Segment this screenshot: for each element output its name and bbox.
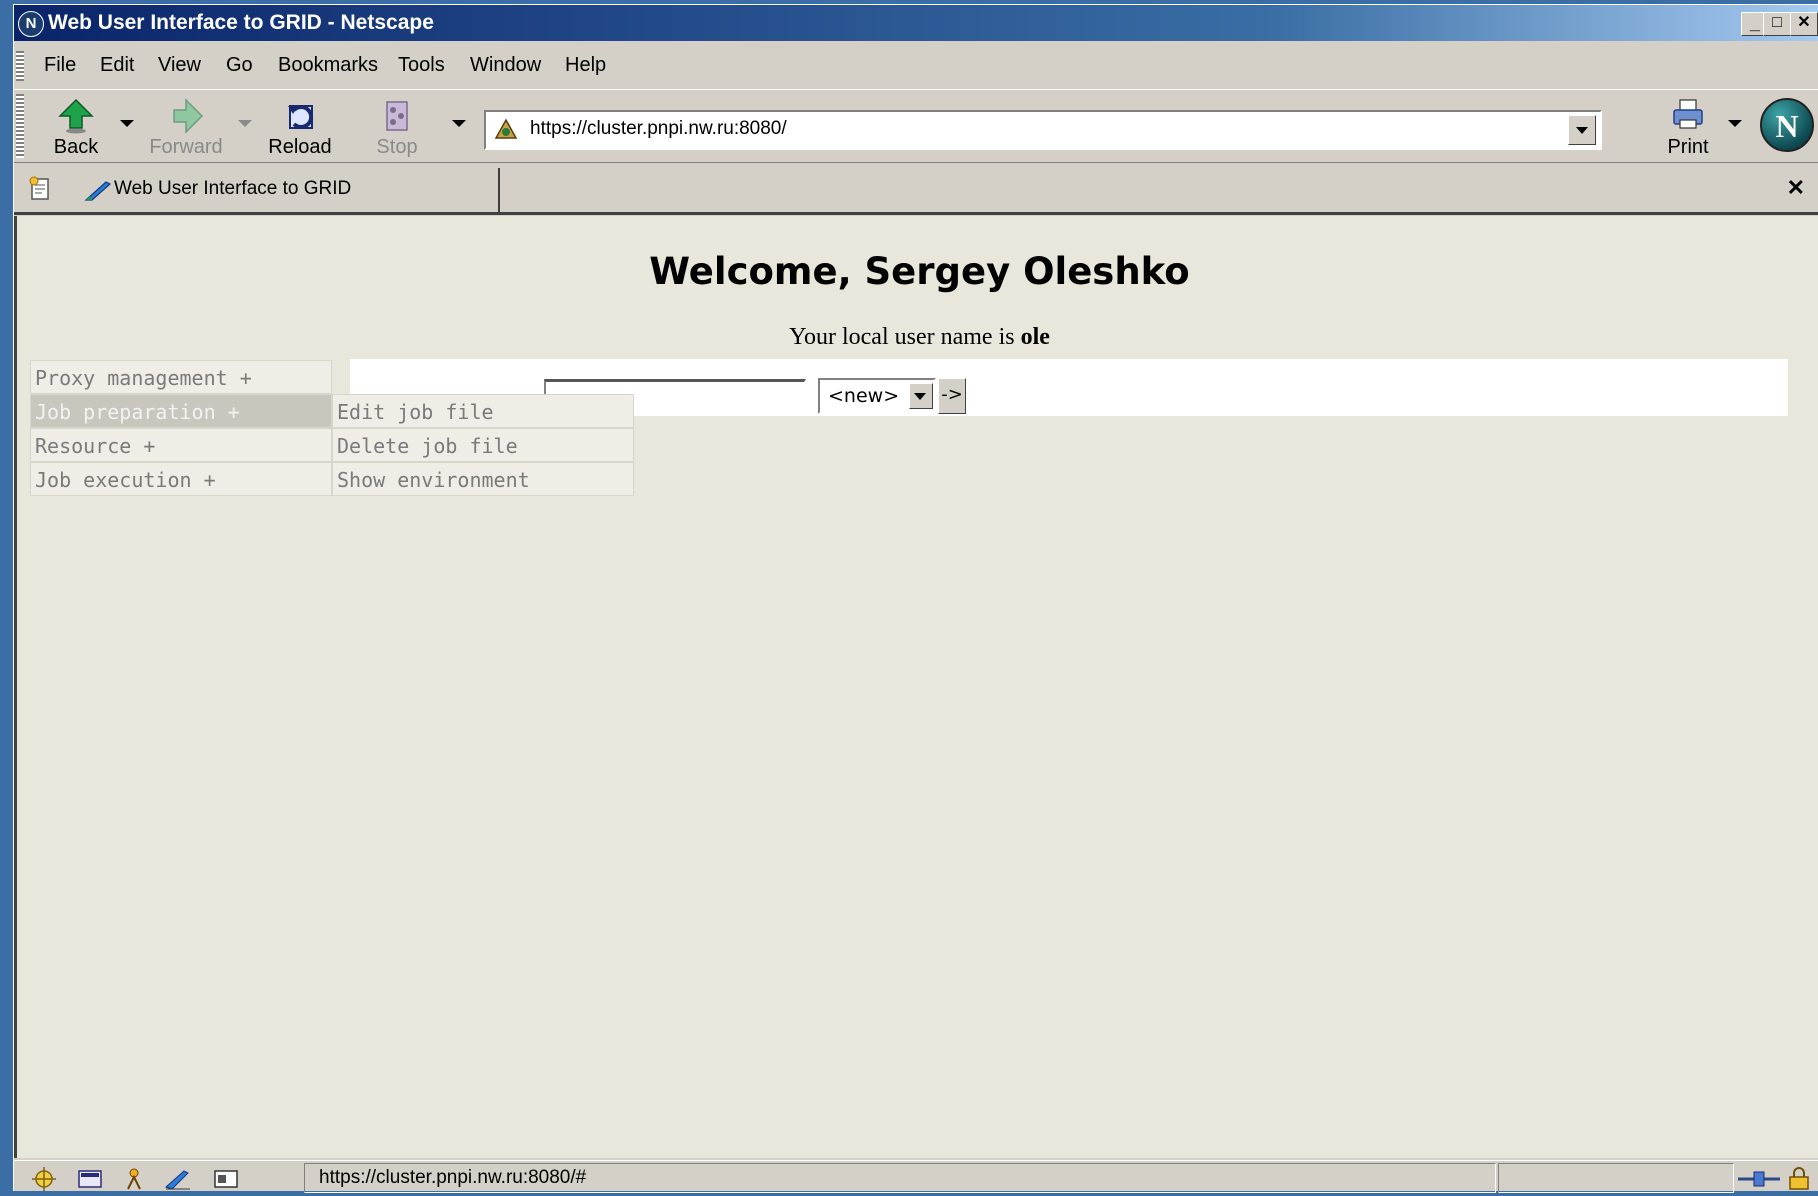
menu-window[interactable]: Window: [470, 54, 541, 77]
page-content: Welcome, Sergey Oleshko Your local user …: [14, 216, 1818, 1158]
forward-button[interactable]: Forward: [146, 96, 226, 158]
tab-page-icon: [84, 181, 112, 201]
welcome-heading: Welcome, Sergey Oleshko: [649, 250, 1190, 293]
tab-label: Web User Interface to GRID: [114, 178, 352, 199]
menu-proxy-management[interactable]: Proxy management +: [30, 360, 332, 394]
instant-messenger-icon[interactable]: [120, 1167, 148, 1191]
composer-icon[interactable]: [164, 1167, 192, 1191]
job-file-select[interactable]: <new>: [818, 378, 936, 414]
address-book-icon[interactable]: [212, 1167, 240, 1191]
submenu-delete-job-file[interactable]: Delete job file: [332, 428, 634, 462]
netscape-app-icon[interactable]: N: [18, 11, 44, 37]
job-select-value: <new>: [828, 385, 900, 407]
close-tab-icon[interactable]: ✕: [1787, 175, 1805, 201]
print-dropdown-icon[interactable]: [1728, 120, 1742, 127]
username-prefix: Your local user name is: [789, 324, 1015, 350]
status-progress: [1498, 1163, 1734, 1193]
stop-label: Stop: [376, 136, 418, 158]
toolbar-grip-icon[interactable]: [16, 94, 24, 158]
select-dropdown-button[interactable]: [909, 383, 933, 409]
username-line: Your local user name is ole: [17, 324, 1818, 351]
menu-view[interactable]: View: [158, 54, 201, 77]
menu-bookmarks[interactable]: Bookmarks: [278, 54, 378, 77]
submenu-edit-job-file[interactable]: Edit job file: [332, 394, 634, 428]
tab-web-user-interface[interactable]: Web User Interface to GRID: [74, 168, 500, 212]
menu-job-execution[interactable]: Job execution +: [30, 462, 332, 496]
tab-bar: Web User Interface to GRID ✕: [14, 165, 1818, 215]
menu-file[interactable]: File: [44, 54, 76, 77]
online-status-icon[interactable]: [1736, 1167, 1782, 1191]
submenu-show-environment[interactable]: Show environment: [332, 462, 634, 496]
back-button[interactable]: Back: [36, 96, 116, 158]
toolbar-more-dropdown-icon[interactable]: [452, 120, 466, 127]
reload-button[interactable]: Reload: [260, 96, 340, 158]
mail-icon[interactable]: [76, 1167, 104, 1191]
menubar-grip-icon[interactable]: [16, 51, 24, 81]
print-icon: [1673, 99, 1703, 129]
menu-edit[interactable]: Edit: [100, 54, 134, 77]
forward-arrow-icon: [173, 98, 204, 134]
reload-icon: [288, 105, 314, 129]
stop-icon: [386, 101, 408, 131]
url-dropdown-button[interactable]: [1568, 115, 1596, 145]
username-value: ole: [1020, 324, 1050, 350]
menu-help[interactable]: Help: [565, 54, 606, 77]
title-bar: N Web User Interface to GRID - Netscape …: [14, 5, 1818, 41]
menu-job-preparation[interactable]: Job preparation +: [30, 394, 332, 428]
lock-icon[interactable]: [1786, 1167, 1812, 1191]
stop-button[interactable]: Stop: [357, 96, 437, 158]
browser-window: N Web User Interface to GRID - Netscape …: [13, 4, 1818, 1193]
chevron-down-icon: [914, 393, 926, 400]
close-window-button[interactable]: ✕: [1790, 12, 1818, 36]
go-button[interactable]: ->: [938, 378, 966, 414]
window-title: Web User Interface to GRID - Netscape: [48, 11, 434, 34]
navigator-icon[interactable]: [30, 1167, 58, 1191]
menu-tools[interactable]: Tools: [398, 54, 445, 77]
navigation-toolbar: Back Forward Reload Stop https://cluster…: [14, 89, 1818, 163]
chevron-down-icon: [1576, 127, 1588, 134]
back-dropdown-icon[interactable]: [120, 120, 134, 127]
forward-dropdown-icon[interactable]: [238, 120, 252, 127]
status-url: https://cluster.pnpi.nw.ru:8080/#: [304, 1163, 1496, 1193]
site-icon: [494, 118, 518, 139]
netscape-logo[interactable]: N: [1760, 98, 1814, 152]
menu-bar: File Edit View Go Bookmarks Tools Window…: [14, 49, 1818, 85]
print-label: Print: [1667, 136, 1709, 158]
new-tab-icon[interactable]: [28, 175, 54, 201]
menu-resource[interactable]: Resource +: [30, 428, 332, 462]
url-text[interactable]: https://cluster.pnpi.nw.ru:8080/: [530, 118, 787, 140]
forward-label: Forward: [149, 136, 223, 158]
menu-go[interactable]: Go: [226, 54, 253, 77]
reload-label: Reload: [268, 136, 332, 158]
url-bar[interactable]: https://cluster.pnpi.nw.ru:8080/: [484, 110, 1602, 150]
back-label: Back: [53, 136, 99, 158]
back-arrow-icon: [58, 98, 94, 134]
print-button[interactable]: Print: [1648, 96, 1728, 158]
maximize-button[interactable]: □: [1763, 12, 1791, 36]
